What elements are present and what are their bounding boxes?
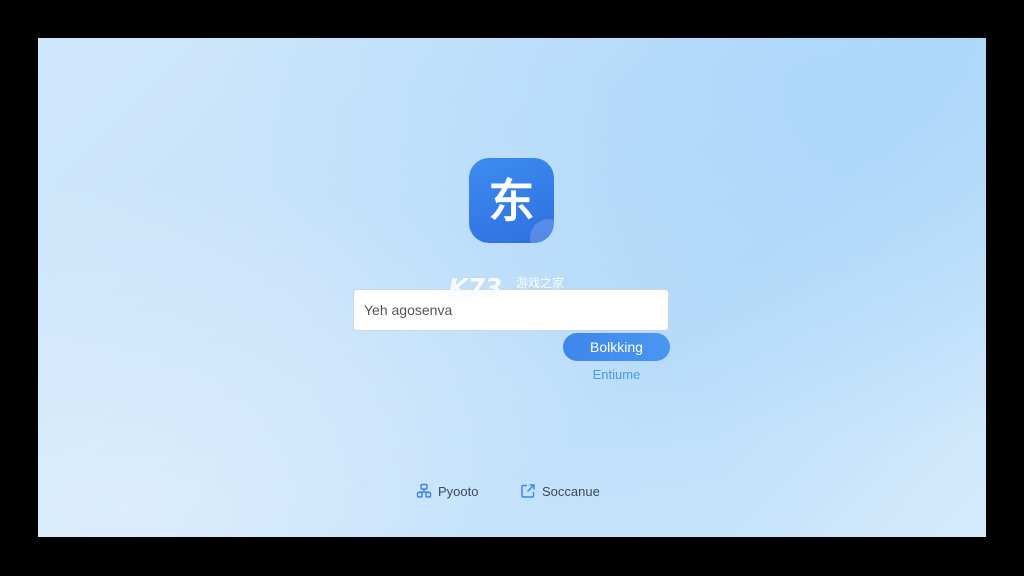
app-logo-glyph: 东 bbox=[488, 173, 535, 228]
watermark-domain: .com bbox=[516, 288, 546, 302]
footer-link-left-label: Pyooto bbox=[438, 483, 479, 499]
login-screen: 东 K73 游戏之家 .com Bolkking Entiume Pyooto bbox=[38, 38, 986, 537]
external-link-icon bbox=[520, 483, 536, 499]
footer-link-left[interactable]: Pyooto bbox=[416, 482, 478, 500]
app-logo-icon: 东 bbox=[469, 158, 554, 243]
primary-action-button[interactable]: Bolkking bbox=[563, 333, 670, 361]
footer-link-right[interactable]: Soccanue bbox=[520, 482, 600, 500]
footer-link-right-label: Soccanue bbox=[542, 483, 600, 499]
secondary-action-link[interactable]: Entiume bbox=[563, 367, 670, 382]
watermark-logo: K73 游戏之家 .com bbox=[448, 274, 578, 304]
network-icon bbox=[416, 483, 432, 499]
watermark-brand: K73 bbox=[448, 274, 502, 304]
